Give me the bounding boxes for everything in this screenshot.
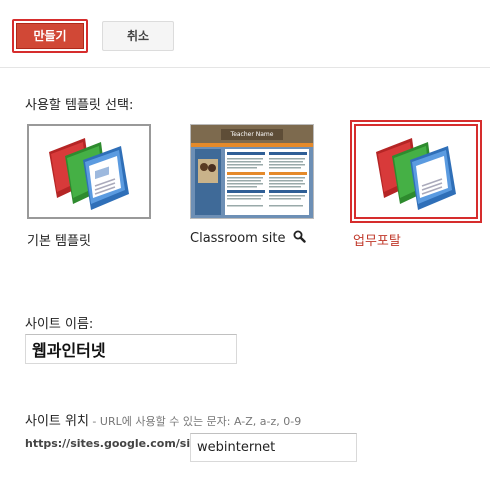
site-location-label-row: 사이트 위치 - URL에 사용할 수 있는 문자: A-Z, a-z, 0-9	[25, 410, 301, 429]
toolbar: 만들기 취소	[0, 0, 490, 68]
site-location-input[interactable]	[190, 433, 357, 462]
create-button[interactable]: 만들기	[12, 19, 88, 53]
template-option-basic[interactable]	[27, 124, 151, 219]
separator: -	[88, 415, 100, 428]
preview-title: Teacher Name	[230, 131, 274, 138]
site-location-label: 사이트 위치	[25, 414, 89, 429]
sites-template-icon	[49, 138, 129, 210]
site-name-input[interactable]	[25, 334, 237, 364]
classroom-preview-thumbnail: Teacher Name	[191, 125, 313, 218]
template-caption-basic: 기본 템플릿	[27, 234, 91, 249]
template-caption-classroom: Classroom site	[190, 230, 306, 246]
site-location-hint: URL에 사용할 수 있는 문자: A-Z, a-z, 0-9	[99, 415, 302, 428]
create-button-label: 만들기	[16, 23, 84, 49]
template-option-portal[interactable]	[350, 120, 482, 223]
template-caption-portal: 업무포탈	[353, 234, 401, 249]
cancel-button[interactable]: 취소	[102, 21, 174, 51]
template-option-classroom[interactable]: Teacher Name	[190, 124, 314, 219]
url-prefix: https://sites.google.com/site/	[25, 437, 207, 450]
magnifier-icon[interactable]	[293, 230, 306, 243]
template-caption-classroom-text: Classroom site	[190, 231, 286, 246]
template-section-label: 사용할 템플릿 선택:	[25, 98, 134, 113]
sites-template-icon	[376, 138, 456, 210]
site-name-label: 사이트 이름:	[25, 317, 94, 332]
